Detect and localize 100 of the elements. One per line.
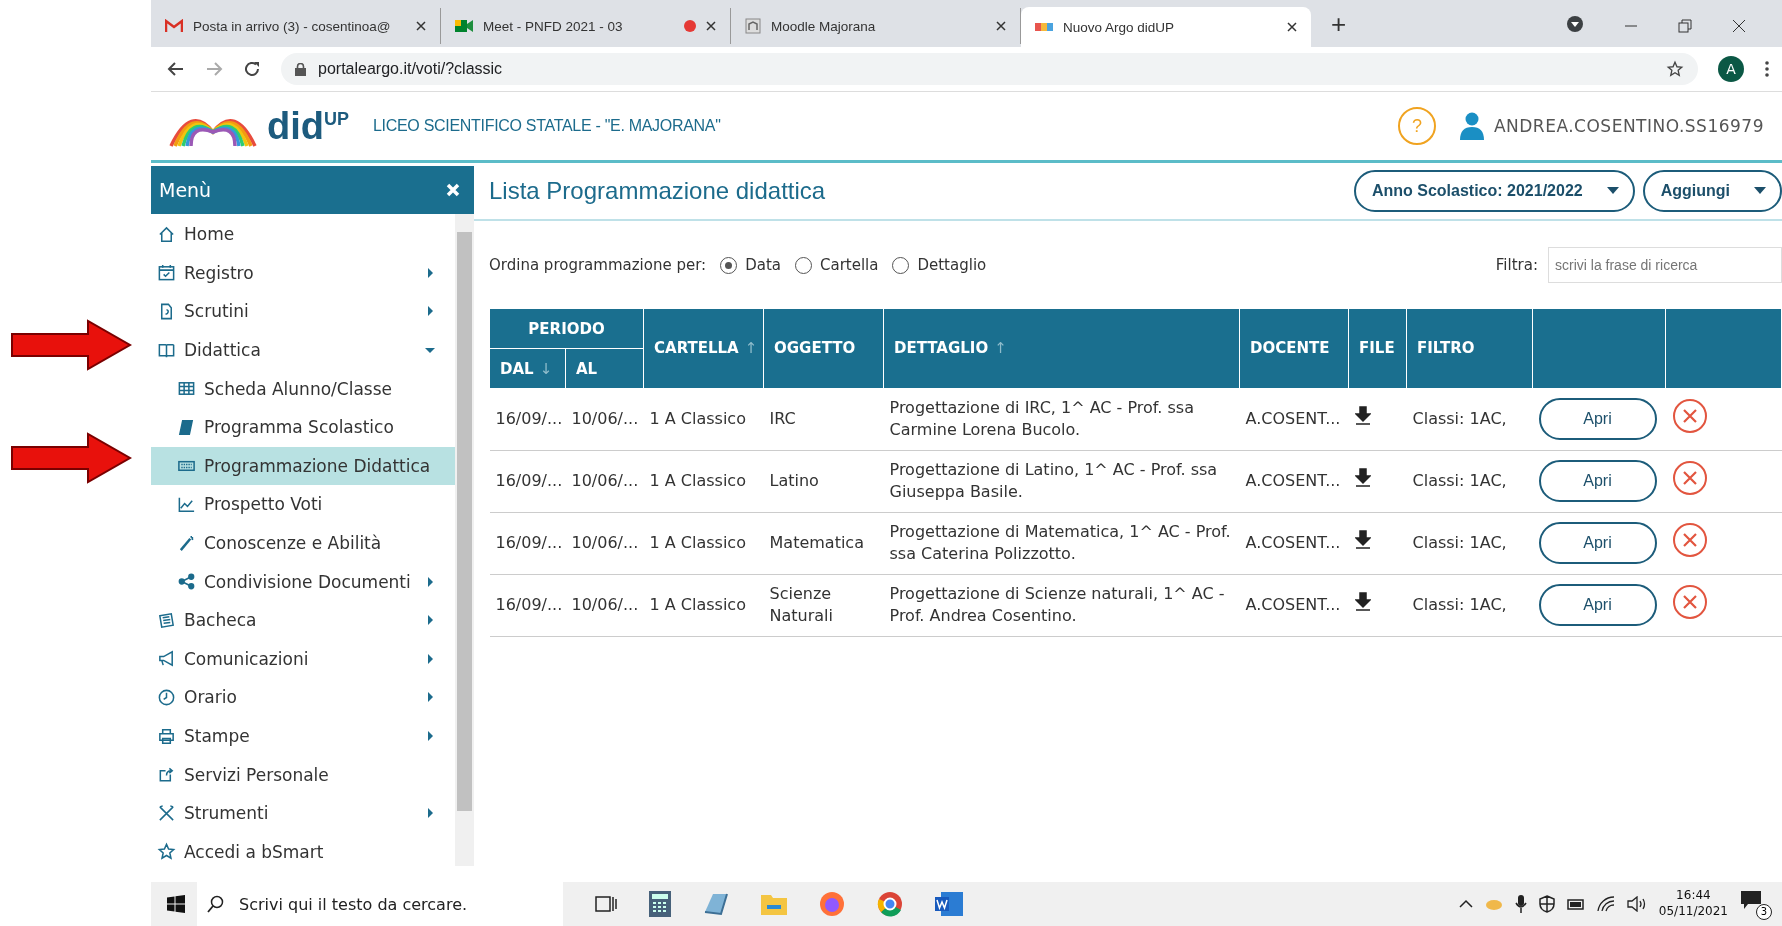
user-icon: [1459, 112, 1484, 140]
table-cell: A.COSENT...: [1245, 533, 1341, 553]
column-header[interactable]: DETTAGLIO: [894, 339, 989, 358]
delete-icon[interactable]: [1671, 584, 1708, 621]
browser-tab[interactable]: Meet - PNFD 2021 - 03: [441, 8, 731, 44]
wifi-icon[interactable]: [1596, 896, 1615, 912]
table-cell: A.COSENT...: [1245, 471, 1341, 491]
caret-icon: [1606, 187, 1619, 195]
caret-icon: [425, 576, 435, 587]
clock-date: 05/11/2021: [1658, 904, 1728, 920]
browser-icon[interactable]: [819, 891, 845, 917]
speaker-icon[interactable]: [1626, 896, 1647, 912]
menu-item[interactable]: Registro: [151, 253, 455, 293]
radio-option[interactable]: Data: [720, 256, 781, 274]
browser-tab[interactable]: Posta in arrivo (3) - cosentinoa@: [151, 8, 441, 44]
menu-item[interactable]: Comunicazioni: [151, 639, 455, 679]
restore-icon[interactable]: [1678, 19, 1692, 33]
open-button[interactable]: Apri: [1538, 522, 1657, 564]
close-icon[interactable]: [996, 21, 1006, 31]
filter-field[interactable]: scrivi la frase di ricerca: [1548, 247, 1782, 283]
menu-item[interactable]: Home: [151, 215, 455, 254]
submenu-item[interactable]: Programma Scolastico: [151, 407, 455, 447]
word-icon[interactable]: [935, 892, 963, 916]
table-cell: 16/09/...: [495, 595, 563, 615]
radio-option[interactable]: Dettaglio: [892, 256, 987, 274]
notifications-button[interactable]: 3: [1740, 888, 1772, 920]
close-icon[interactable]: [1287, 22, 1297, 32]
open-button[interactable]: Apri: [1538, 398, 1657, 440]
app-logo-text: did$^{UP}$: [267, 104, 349, 148]
calculator-icon[interactable]: [649, 891, 671, 917]
dropdown-button[interactable]: Anno Scolastico: 2021/2022: [1353, 170, 1635, 212]
menu-item[interactable]: Servizi Personale: [151, 755, 455, 794]
download-icon[interactable]: [1354, 592, 1371, 613]
page-icon: [745, 18, 761, 34]
star-icon[interactable]: [1666, 60, 1684, 78]
close-icon[interactable]: [1732, 19, 1746, 33]
download-icon[interactable]: [1354, 406, 1371, 427]
table-cell: IRC: [769, 409, 796, 429]
windows-start-icon[interactable]: [167, 895, 185, 913]
column-header[interactable]: AL: [576, 359, 598, 378]
menu-item[interactable]: Accedi a bSmart: [151, 832, 455, 872]
scrollbar[interactable]: [455, 214, 474, 866]
reload-icon[interactable]: [243, 60, 261, 78]
battery-icon[interactable]: [1566, 897, 1585, 911]
browser-icon[interactable]: [877, 891, 903, 917]
wand-icon: [177, 533, 196, 553]
shield-icon[interactable]: [1538, 895, 1555, 913]
microphone-icon[interactable]: [1514, 895, 1527, 913]
taskbar-search-field[interactable]: Scrivi qui il testo da cercare.: [197, 882, 563, 926]
download-icon[interactable]: [1354, 530, 1371, 551]
app-icon[interactable]: [703, 892, 729, 916]
dropdown-button[interactable]: Aggiungi: [1642, 170, 1782, 212]
submenu-item[interactable]: Conoscenze e Abilità: [151, 523, 455, 563]
lock-icon: [295, 62, 306, 76]
download-icon[interactable]: [1354, 468, 1371, 489]
open-button[interactable]: Apri: [1538, 584, 1657, 626]
menu-title: Menù: [159, 179, 212, 201]
address-bar[interactable]: portaleargo.it/voti/?classic: [281, 53, 1698, 85]
column-header[interactable]: OGGETTO: [774, 339, 856, 358]
menu-item[interactable]: Bacheca: [151, 600, 455, 640]
new-tab-button[interactable]: +: [1325, 8, 1353, 41]
menu-item[interactable]: Scrutini: [151, 292, 455, 331]
user-name[interactable]: ANDREA.COSENTINO.SS16979: [1493, 116, 1764, 136]
table-cell: 10/06/...: [571, 595, 639, 615]
delete-icon[interactable]: [1671, 522, 1708, 559]
column-header[interactable]: FILE: [1359, 339, 1395, 358]
more-icon[interactable]: [1764, 60, 1770, 78]
taskbar-clock[interactable]: 16:44 05/11/2021: [1658, 888, 1728, 920]
recording-dot-icon: [684, 20, 696, 32]
browser-tab[interactable]: Nuovo Argo didUP: [1021, 7, 1311, 47]
folder-icon[interactable]: [761, 893, 787, 915]
delete-icon[interactable]: [1671, 460, 1708, 497]
menu-item[interactable]: Stampe: [151, 716, 455, 756]
submenu-item[interactable]: Programmazione Didattica: [151, 446, 455, 486]
chevron-up-icon[interactable]: [1458, 899, 1473, 909]
menu-item[interactable]: Strumenti: [151, 793, 455, 833]
table-cell: 1 A Classico: [649, 471, 746, 491]
menu-item[interactable]: Didattica: [151, 330, 455, 370]
column-header[interactable]: FILTRO: [1417, 339, 1475, 358]
submenu-item[interactable]: Prospetto Voti: [151, 485, 455, 524]
submenu-item[interactable]: Scheda Alunno/Classe: [151, 369, 455, 408]
task-view-icon[interactable]: [595, 894, 617, 914]
back-icon[interactable]: [167, 60, 185, 78]
close-icon[interactable]: [416, 21, 426, 31]
column-header[interactable]: DAL: [500, 359, 534, 378]
column-header[interactable]: CARTELLA: [654, 339, 739, 358]
table-cell: 10/06/...: [571, 533, 639, 553]
close-icon[interactable]: [706, 21, 716, 31]
submenu-item[interactable]: Condivisione Documenti: [151, 562, 455, 601]
profile-avatar[interactable]: A: [1718, 56, 1744, 82]
caret-icon: [425, 306, 435, 317]
open-button[interactable]: Apri: [1538, 460, 1657, 502]
radio-option[interactable]: Cartella: [794, 256, 879, 274]
menu-item[interactable]: Orario: [151, 678, 455, 717]
delete-icon[interactable]: [1671, 398, 1708, 435]
browser-tab[interactable]: Moodle Majorana: [731, 8, 1021, 44]
stripes-icon: [1035, 23, 1053, 31]
column-header[interactable]: DOCENTE: [1250, 339, 1330, 358]
table-cell: 10/06/...: [571, 471, 639, 491]
dropdown-circle-icon[interactable]: [1566, 15, 1584, 33]
